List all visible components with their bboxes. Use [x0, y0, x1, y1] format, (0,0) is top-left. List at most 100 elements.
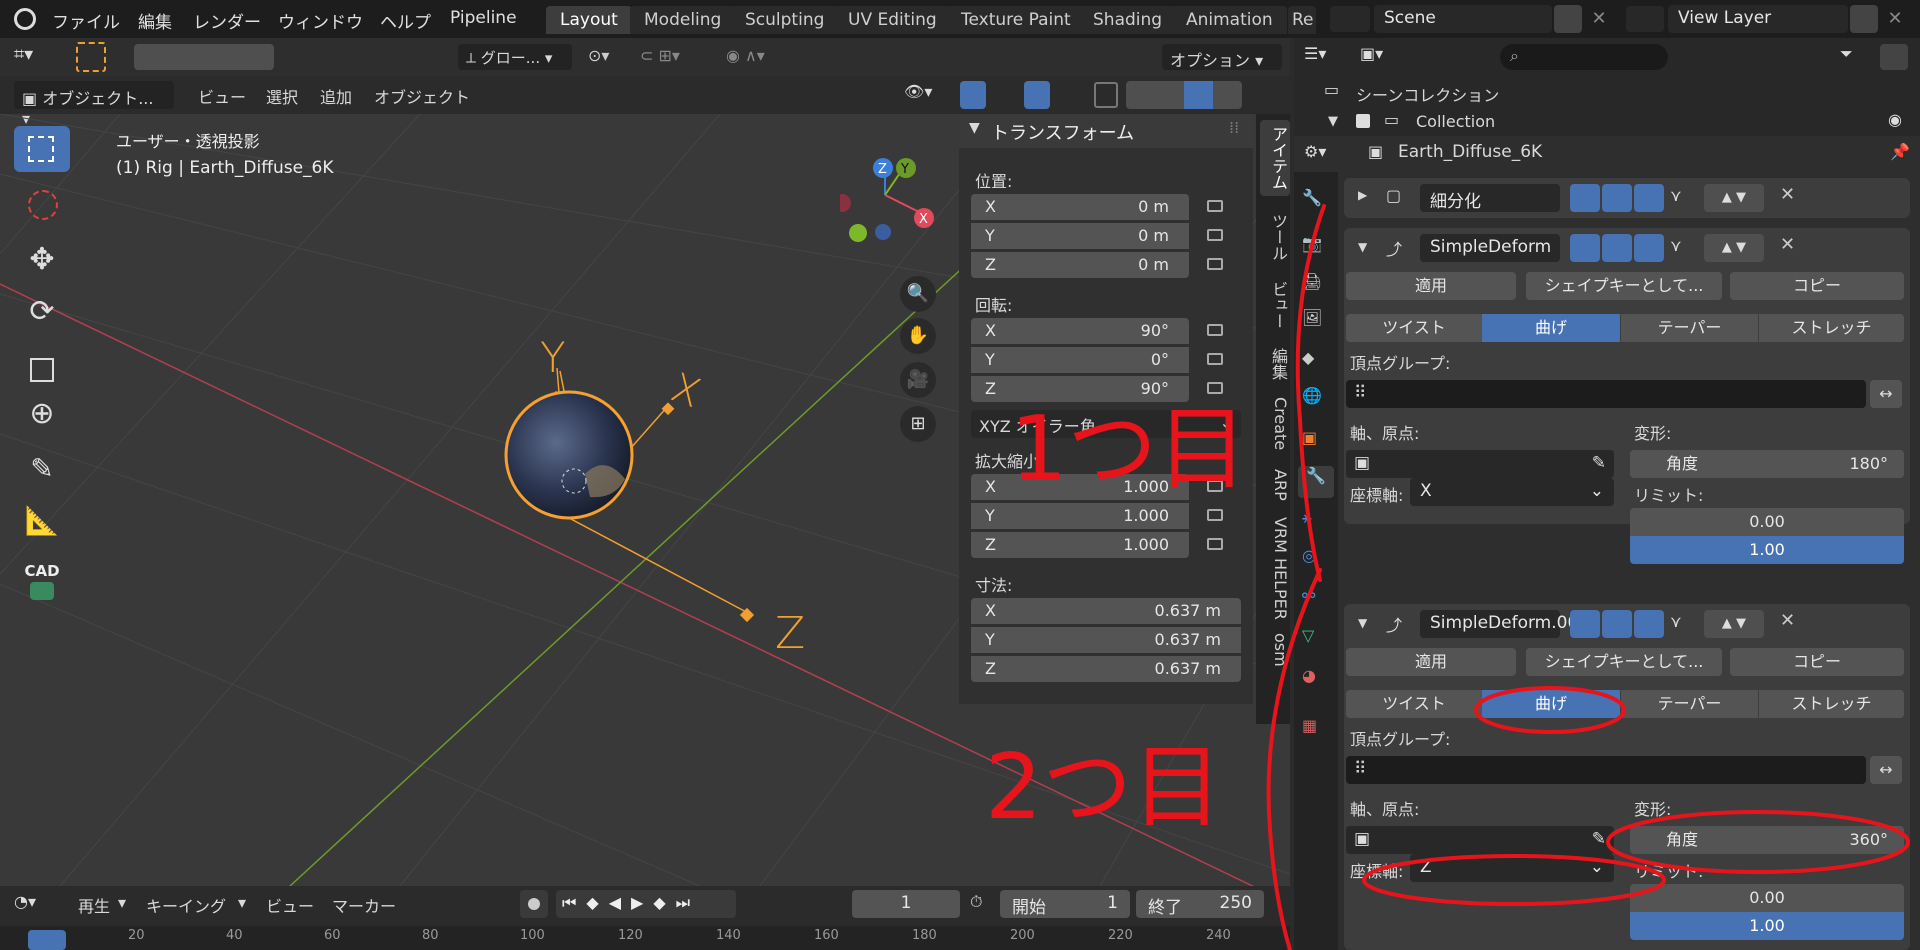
mode-twist[interactable]: ツイスト: [1346, 690, 1482, 718]
sidebar-tab-vrm-helper[interactable]: VRM HELPER: [1260, 516, 1290, 620]
realtime-toggle-icon[interactable]: [1602, 610, 1632, 638]
view-layer-icon[interactable]: [1626, 6, 1664, 32]
render-toggle-icon[interactable]: [1634, 234, 1664, 262]
location-x[interactable]: X0 m: [971, 194, 1189, 220]
render-toggle-icon[interactable]: [1634, 610, 1664, 638]
lock-location-y-icon[interactable]: [1207, 229, 1223, 241]
render-tab-icon[interactable]: 📷: [1302, 234, 1330, 262]
vertex-group-field[interactable]: ⠿: [1346, 756, 1866, 784]
angle-field[interactable]: 角度 360°: [1630, 826, 1904, 854]
apply-as-shapekey-button[interactable]: シェイプキーとして...: [1526, 272, 1722, 300]
sidebar-tab-tool[interactable]: ツール: [1260, 204, 1290, 270]
edit-mode-toggle-icon[interactable]: [1570, 610, 1600, 638]
menu-help[interactable]: ヘルプ: [380, 8, 431, 33]
new-scene-icon[interactable]: [1554, 5, 1582, 33]
lock-scale-x-icon[interactable]: [1207, 480, 1223, 492]
new-collection-icon[interactable]: [1880, 44, 1908, 70]
location-y[interactable]: Y0 m: [971, 223, 1189, 249]
physics-tab-icon[interactable]: ◎: [1302, 546, 1330, 574]
playhead[interactable]: [28, 930, 66, 950]
apply-as-shapekey-button[interactable]: シェイプキーとして...: [1526, 648, 1722, 676]
end-frame-field[interactable]: 終了 250: [1136, 890, 1264, 918]
properties-editor-icon[interactable]: ⚙▾: [1304, 142, 1326, 161]
record-icon[interactable]: [520, 890, 548, 918]
measure-tool[interactable]: 📐: [14, 504, 70, 550]
sidebar-tab-osm[interactable]: osm: [1260, 628, 1290, 672]
rotate-tool[interactable]: ⟳: [14, 294, 70, 340]
timeline-marker[interactable]: マーカー: [332, 893, 396, 917]
object-tab-icon[interactable]: ▣: [1302, 428, 1330, 456]
mode-taper[interactable]: テーパー: [1620, 690, 1758, 718]
lock-rotation-y-icon[interactable]: [1207, 353, 1223, 365]
shading-mode-icons[interactable]: [1126, 81, 1242, 109]
sidebar-tab-arp[interactable]: ARP: [1260, 462, 1290, 508]
overlay-toggle-icon[interactable]: [1024, 81, 1050, 109]
menu-edit[interactable]: 編集: [138, 8, 172, 33]
dimensions-y[interactable]: Y 0.637 m: [971, 627, 1241, 653]
viewport-menu-view[interactable]: ビュー: [198, 84, 246, 108]
rotation-z[interactable]: Z 90°: [971, 376, 1189, 402]
dimensions-z[interactable]: Z 0.637 m: [971, 656, 1241, 682]
scene-tab-icon[interactable]: ◆: [1302, 348, 1330, 376]
coord-axis-dropdown[interactable]: Z ⌄: [1410, 854, 1614, 882]
subdivision-name-field[interactable]: 細分化: [1420, 184, 1560, 212]
current-frame-field[interactable]: 1: [852, 890, 960, 918]
lock-scale-z-icon[interactable]: [1207, 538, 1223, 550]
tool-tab-icon[interactable]: 🔧: [1302, 188, 1330, 216]
proportional-edit-icon[interactable]: ◉ ∧▾: [726, 46, 796, 68]
scale-z[interactable]: Z 1.000: [971, 532, 1189, 558]
menu-file[interactable]: ファイル: [52, 8, 120, 33]
menu-pipeline[interactable]: Pipeline: [450, 8, 517, 28]
timeline-editor-icon[interactable]: ◔▾: [14, 892, 36, 911]
select-box-tool[interactable]: [14, 126, 70, 172]
coord-axis-dropdown[interactable]: X ⌄: [1410, 478, 1614, 506]
tab-texture-paint[interactable]: Texture Paint: [947, 6, 1085, 34]
rotation-x[interactable]: X 90°: [971, 318, 1189, 344]
tab-shading[interactable]: Shading: [1079, 6, 1177, 34]
select-box-mode-icons[interactable]: [134, 44, 274, 70]
select-tool-icon[interactable]: [76, 42, 106, 72]
transform-orientation-dropdown[interactable]: ⟂ グロー... ▾: [458, 44, 572, 70]
viewport-menu-add[interactable]: 追加: [320, 84, 352, 108]
new-view-layer-icon[interactable]: [1850, 5, 1878, 33]
scale-y[interactable]: Y 1.000: [971, 503, 1189, 529]
options-dropdown[interactable]: オプション ▾: [1162, 44, 1282, 70]
apply-button[interactable]: 適用: [1346, 648, 1516, 676]
scale-tool[interactable]: [14, 348, 70, 394]
outliner-search-input[interactable]: ⌕: [1500, 44, 1668, 70]
simpledeform-name-field[interactable]: SimpleDeform.001: [1420, 610, 1589, 638]
scene-collection-label[interactable]: シーンコレクション: [1356, 82, 1499, 106]
eyedropper-icon[interactable]: ✎: [1592, 829, 1606, 849]
timeline-ruler[interactable]: 20 40 60 80 100 120 140 160 180 200 220 240: [0, 926, 1290, 950]
pin-icon[interactable]: 📌: [1890, 142, 1910, 161]
copy-button[interactable]: コピー: [1730, 648, 1904, 676]
gizmo-toggle-icon[interactable]: [960, 81, 986, 109]
cursor-tool[interactable]: [14, 182, 70, 228]
location-z[interactable]: Z0 m: [971, 252, 1189, 278]
collection-label[interactable]: Collection: [1416, 112, 1495, 131]
sidebar-tab-view[interactable]: ビュー: [1260, 276, 1290, 334]
collection-checkbox[interactable]: [1356, 114, 1370, 128]
sidebar-tab-item[interactable]: アイテム: [1260, 120, 1290, 196]
particles-tab-icon[interactable]: ⚹: [1302, 508, 1330, 536]
origin-object-field[interactable]: ▣ ✎: [1346, 826, 1614, 854]
solid-shading-icon[interactable]: [1184, 81, 1213, 109]
transform-tool[interactable]: ⊕: [14, 396, 70, 442]
copy-button[interactable]: コピー: [1730, 272, 1904, 300]
output-tab-icon[interactable]: 🖨: [1302, 272, 1330, 300]
edit-mode-toggle-icon[interactable]: [1570, 234, 1600, 262]
drag-handle-icon[interactable]: ⁞⁞: [1229, 118, 1239, 137]
tab-more[interactable]: Re: [1288, 6, 1316, 34]
realtime-toggle-icon[interactable]: [1602, 184, 1632, 212]
view-layer-tab-icon[interactable]: 🖼: [1302, 308, 1330, 336]
transform-panel-header[interactable]: ▼ トランスフォーム ⁞⁞: [959, 114, 1253, 148]
mode-stretch[interactable]: ストレッチ: [1758, 314, 1904, 342]
pan-hand-icon[interactable]: ✋: [900, 318, 936, 354]
timeline-view[interactable]: ビュー: [266, 893, 314, 917]
mode-dropdown[interactable]: ▣ オブジェクト... ▾: [14, 81, 174, 128]
close-view-layer-icon[interactable]: ✕: [1882, 5, 1908, 33]
collapse-icon[interactable]: ▼: [1358, 616, 1367, 630]
mode-bend[interactable]: 曲げ: [1482, 314, 1620, 342]
move-up-down-icons[interactable]: ▲ ▼: [1704, 184, 1764, 212]
viewport-menu-object[interactable]: オブジェクト: [374, 84, 470, 108]
